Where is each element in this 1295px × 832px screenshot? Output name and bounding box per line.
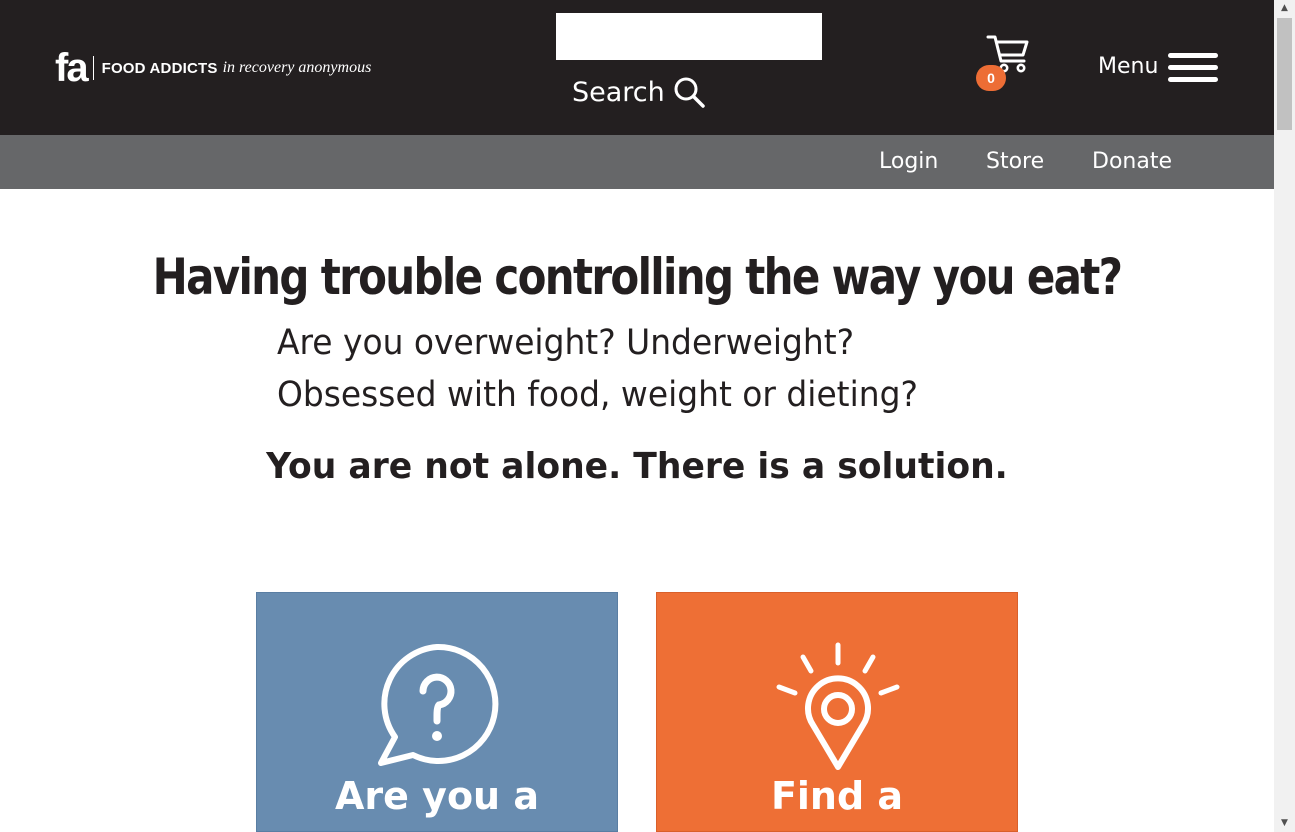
scroll-up-arrow-icon[interactable]: ▲ <box>1274 0 1295 17</box>
menu-label[interactable]: Menu <box>1098 52 1158 82</box>
scrollbar-thumb[interactable] <box>1277 18 1292 130</box>
login-link[interactable]: Login <box>879 135 938 189</box>
tile-title: Find a <box>770 774 904 818</box>
site-logo[interactable]: fa FOOD ADDICTS in recovery anonymous <box>55 48 371 88</box>
donate-link[interactable]: Donate <box>1092 135 1172 189</box>
hamburger-menu-icon[interactable] <box>1168 53 1218 83</box>
search-label: Search <box>572 76 665 108</box>
location-pin-icon <box>776 642 900 770</box>
hero-question-1: Are you overweight? Underweight? <box>277 323 855 363</box>
logo-name: FOOD ADDICTS <box>101 59 218 77</box>
secondary-nav: Login Store Donate <box>0 135 1274 189</box>
tile-title: Are you a <box>335 774 539 818</box>
vertical-scrollbar[interactable]: ▲ ▼ <box>1274 0 1295 832</box>
search-input[interactable] <box>556 13 822 60</box>
page-headline: Having trouble controlling the way you e… <box>152 248 1123 306</box>
scroll-down-arrow-icon[interactable]: ▼ <box>1274 815 1295 832</box>
store-link[interactable]: Store <box>986 135 1044 189</box>
hero-tagline: You are not alone. There is a solution. <box>266 446 1008 487</box>
cart-count-badge: 0 <box>976 65 1006 91</box>
search-button[interactable]: Search <box>572 72 705 112</box>
are-you-a-food-addict-tile[interactable]: Are you a <box>256 592 618 832</box>
site-header: fa FOOD ADDICTS in recovery anonymous Se… <box>0 0 1274 135</box>
logo-mark: fa <box>55 46 89 90</box>
question-bubble-icon <box>378 643 499 766</box>
hero-question-2: Obsessed with food, weight or dieting? <box>277 375 918 415</box>
logo-tagline: in recovery anonymous <box>222 59 372 76</box>
logo-divider <box>92 56 94 80</box>
search-icon <box>674 77 705 108</box>
find-a-meeting-tile[interactable]: Find a <box>656 592 1018 832</box>
